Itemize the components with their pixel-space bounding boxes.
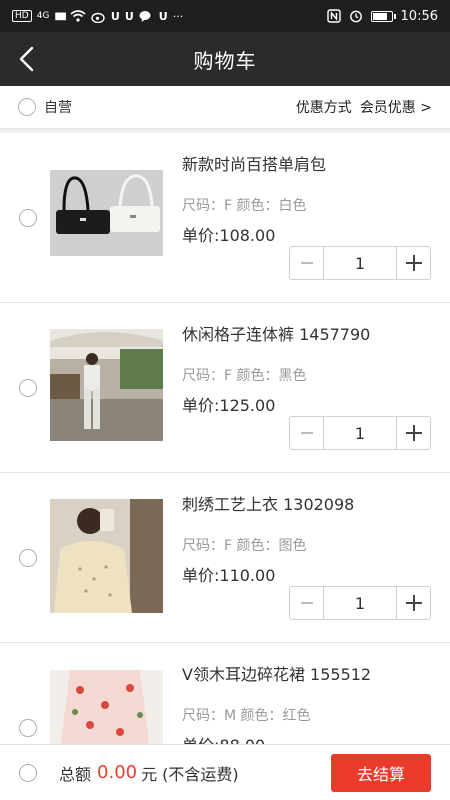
item-title: 新款时尚百搭单肩包 (182, 155, 327, 174)
quantity-value[interactable]: 1 (324, 247, 396, 279)
item-price: 单价:125.00 (182, 396, 276, 415)
quantity-stepper: 1 (289, 586, 431, 620)
store-select-radio[interactable] (18, 98, 36, 116)
network-label: 4G (36, 11, 50, 21)
minus-icon (300, 602, 313, 604)
item-attributes: 尺码：F 颜色：白色 (182, 198, 307, 214)
wifi-icon (70, 10, 86, 22)
total-unit: 元 (不含运费) (141, 764, 239, 784)
total-amount: 0.00 (97, 762, 138, 783)
promo-link[interactable]: 优惠方式 会员优惠 > (296, 97, 432, 117)
item-attributes: 尺码：M 颜色：红色 (182, 708, 311, 724)
item-select-radio[interactable] (19, 209, 37, 227)
status-bar: HD 4G ▮▮▮ U U U ··· 10:56 (0, 0, 450, 32)
plus-icon (405, 255, 422, 271)
minus-icon (300, 432, 313, 434)
status-right: 10:56 (326, 8, 438, 24)
store-header: 自营 优惠方式 会员优惠 > (0, 86, 450, 129)
decrease-button[interactable] (290, 247, 324, 279)
more-icon: ··· (172, 9, 184, 23)
item-attributes: 尺码：F 颜色：图色 (182, 538, 307, 554)
status-indicators: HD 4G ▮▮▮ U U U ··· (12, 10, 183, 23)
increase-button[interactable] (396, 417, 430, 449)
item-select-radio[interactable] (19, 379, 37, 397)
alarm-icon (349, 10, 362, 23)
decrease-button[interactable] (290, 417, 324, 449)
decrease-button[interactable] (290, 587, 324, 619)
item-select-radio[interactable] (19, 719, 37, 737)
cart-item: 休闲格子连体裤 1457790 尺码：F 颜色：黑色 单价:125.00 1 (0, 303, 450, 473)
item-price: 单价:108.00 (182, 226, 276, 245)
member-discount-label: 会员优惠 > (359, 100, 432, 116)
product-image[interactable] (50, 499, 163, 613)
product-image[interactable] (50, 329, 163, 441)
item-title: V领木耳边碎花裙 155512 (182, 665, 372, 684)
nav-bar: 购物车 (0, 32, 450, 86)
back-button[interactable] (8, 40, 44, 78)
weibo-icon (91, 12, 105, 23)
cart-item: 刺绣工艺上衣 1302098 尺码：F 颜色：图色 单价:110.00 1 (0, 473, 450, 643)
item-price: 单价:110.00 (182, 566, 276, 585)
increase-button[interactable] (396, 247, 430, 279)
quantity-stepper: 1 (289, 246, 431, 280)
select-all-radio[interactable] (19, 763, 37, 782)
app-u-icon: U (124, 9, 134, 23)
app-u-icon: U (158, 9, 168, 23)
product-image[interactable] (50, 670, 163, 750)
checkout-button[interactable]: 去结算 (331, 754, 431, 792)
quantity-value[interactable]: 1 (324, 417, 396, 449)
item-select-radio[interactable] (19, 549, 37, 567)
store-name: 自营 (44, 100, 72, 116)
signal-icon: ▮▮▮ (54, 10, 66, 22)
promo-label: 优惠方式 (295, 100, 352, 116)
increase-button[interactable] (396, 587, 430, 619)
quantity-value[interactable]: 1 (324, 587, 396, 619)
wechat-icon (139, 10, 151, 22)
app-u-icon: U (110, 9, 120, 23)
chevron-left-icon (19, 46, 34, 72)
product-image[interactable] (50, 170, 163, 256)
battery-icon (370, 10, 396, 22)
status-time: 10:56 (400, 8, 438, 24)
plus-icon (405, 595, 422, 611)
item-title: 刺绣工艺上衣 1302098 (182, 495, 355, 514)
total-label: 总额 (59, 764, 92, 784)
page-title: 购物车 (193, 48, 257, 73)
nfc-icon (326, 9, 341, 23)
plus-icon (405, 425, 422, 441)
quantity-stepper: 1 (289, 416, 431, 450)
item-title: 休闲格子连体裤 1457790 (182, 325, 371, 344)
checkout-bar: 总额 0.00 元 (不含运费) 去结算 (0, 744, 450, 800)
cart-item: 新款时尚百搭单肩包 尺码：F 颜色：白色 单价:108.00 1 (0, 133, 450, 303)
minus-icon (300, 262, 313, 264)
item-attributes: 尺码：F 颜色：黑色 (182, 368, 307, 384)
hd-badge: HD (12, 10, 32, 22)
